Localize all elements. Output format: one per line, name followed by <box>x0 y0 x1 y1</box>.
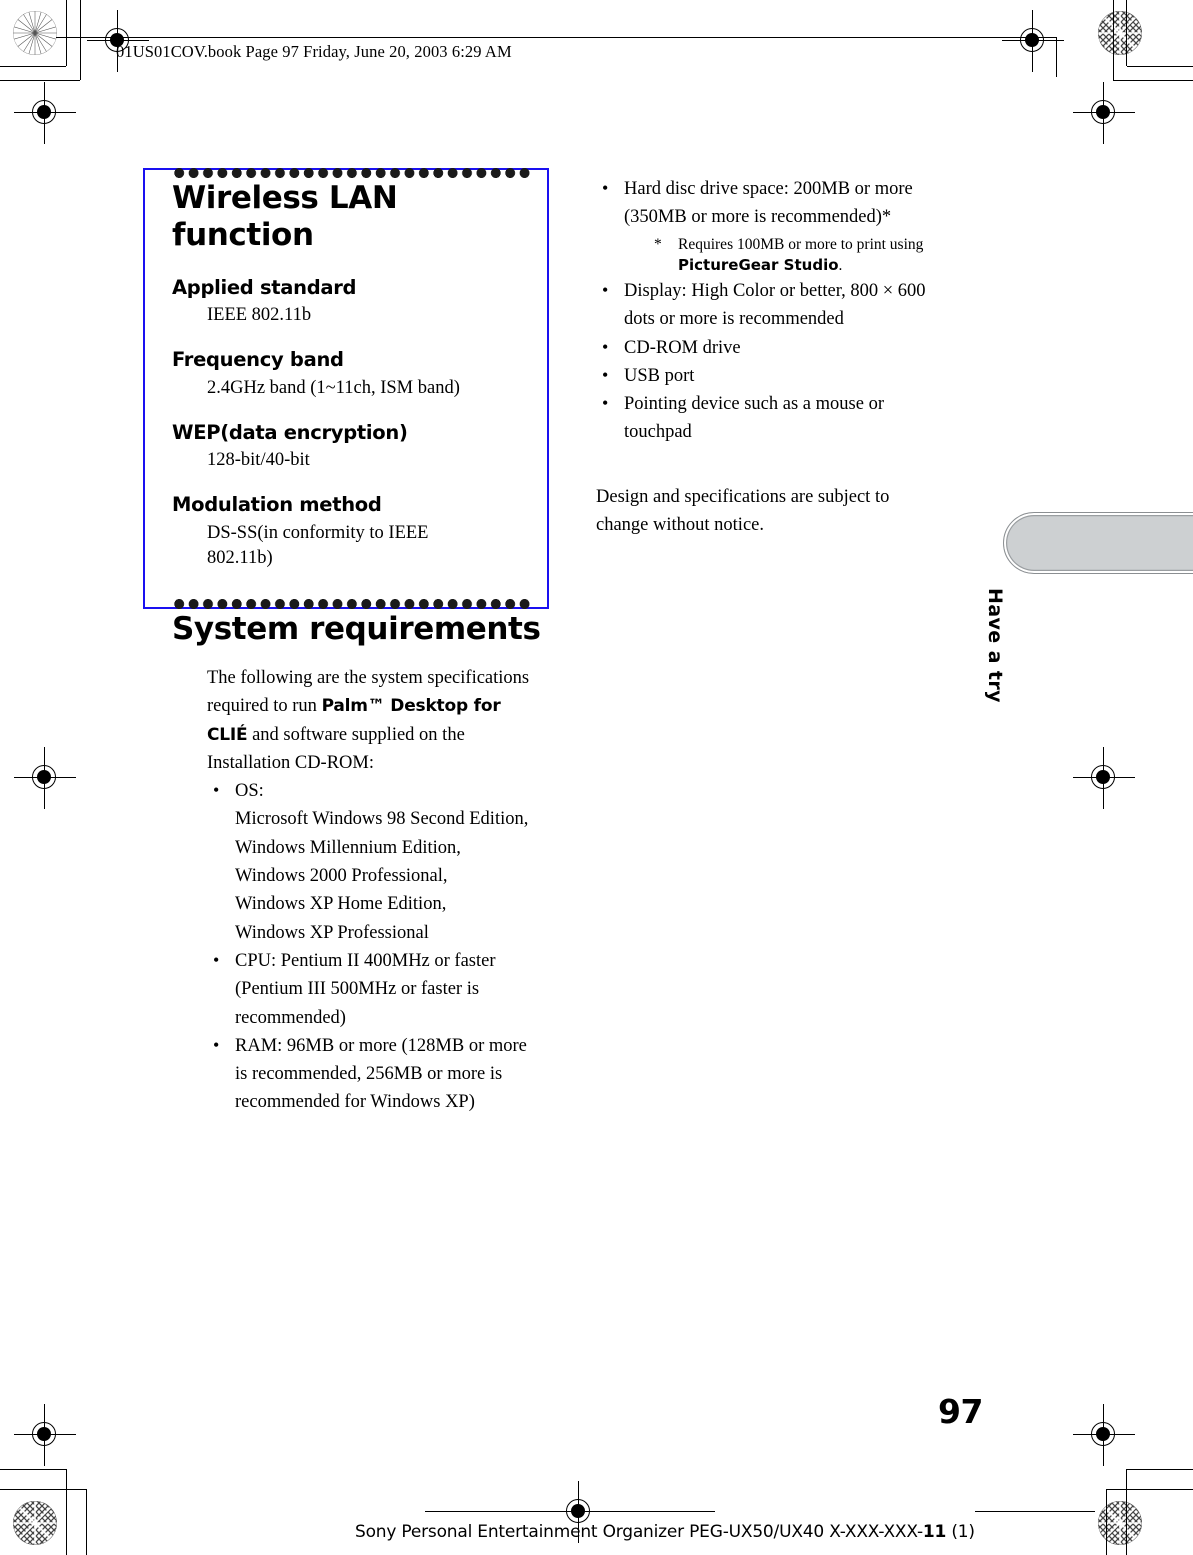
document-page: 01US01COV.book Page 97 Friday, June 20, … <box>0 0 1193 1555</box>
page-number: 97 <box>938 1392 983 1431</box>
system-requirements-intro: The following are the system specificati… <box>207 664 532 777</box>
spec-label-frequency-band: Frequency band <box>172 348 344 372</box>
registration-burst-bottom-right <box>1097 1500 1143 1546</box>
closing-notice: Design and specifications are subject to… <box>596 486 890 536</box>
bullet-cpu: CPU: Pentium II 400MHz or faster (Pentiu… <box>235 950 496 1028</box>
crop-rule <box>66 1469 68 1555</box>
list-item: USB port <box>596 362 926 390</box>
list-item: Display: High Color or better, 800 × 600… <box>596 277 926 334</box>
system-requirements-list: OS: Microsoft Windows 98 Second Edition,… <box>207 777 532 1117</box>
footer-product-line: Sony Personal Entertainment Organizer PE… <box>355 1522 975 1542</box>
crop-rule <box>86 1489 88 1555</box>
registration-mark-mid-left <box>14 747 76 809</box>
crop-rule <box>1113 80 1193 82</box>
crop-rule-bottom-center <box>425 1511 715 1513</box>
bullet-cdrom: CD-ROM drive <box>624 337 741 358</box>
crop-rule <box>1106 1489 1108 1555</box>
spec-label-applied-standard: Applied standard <box>172 275 357 299</box>
registration-mark-top-left-inner <box>14 82 76 144</box>
crop-rule <box>0 1469 66 1471</box>
list-item: CPU: Pentium II 400MHz or faster (Pentiu… <box>207 947 532 1032</box>
list-item: CD-ROM drive <box>596 334 926 362</box>
list-item: Pointing device such as a mouse or touch… <box>596 390 926 447</box>
crop-rule-bottom-right-edge <box>975 1511 1095 1513</box>
registration-mark-bottom-right-inner <box>1073 1404 1135 1466</box>
section-dot-rule <box>172 599 532 610</box>
crop-rule <box>0 66 66 68</box>
crop-rule <box>0 1489 86 1491</box>
footer-revision: 11 <box>922 1522 947 1542</box>
bullet-os: OS: Microsoft Windows 98 Second Edition,… <box>235 781 529 943</box>
crop-rule <box>1126 1469 1128 1555</box>
section-dot-rule <box>172 168 532 178</box>
spec-value-modulation-method: DS-SS(in conformity to IEEE 802.11b) <box>207 522 429 568</box>
crop-rule <box>1127 66 1193 68</box>
footnote-text-1: Requires 100MB or more to print using <box>678 235 924 253</box>
crop-rule <box>1107 1489 1193 1491</box>
crop-rule <box>0 80 80 82</box>
bullet-usb: USB port <box>624 365 695 386</box>
left-column: Wireless LAN function Applied standard I… <box>143 168 549 1117</box>
chapter-tab <box>1003 512 1193 574</box>
header-file-info: 01US01COV.book Page 97 Friday, June 20, … <box>116 42 512 61</box>
chapter-tab-label: Have a try <box>984 588 1006 703</box>
crop-rule <box>66 0 68 66</box>
footer-text-1: Sony Personal Entertainment Organizer PE… <box>355 1522 923 1542</box>
registration-mark-top-right-inner <box>1073 82 1135 144</box>
spec-label-modulation-method: Modulation method <box>172 493 382 517</box>
crop-rule <box>1127 1469 1193 1471</box>
crop-rule <box>1126 0 1128 66</box>
system-requirements-list-continued: Hard disc drive space: 200MB or more (35… <box>596 175 926 447</box>
registration-mark-bottom-left-inner <box>14 1404 76 1466</box>
footer-text-2: (1) <box>946 1522 975 1542</box>
crop-rule <box>1113 0 1115 80</box>
header-rule <box>56 37 1056 39</box>
bullet-display: Display: High Color or better, 800 × 600… <box>624 280 926 330</box>
list-item: RAM: 96MB or more (128MB or more is reco… <box>207 1032 532 1117</box>
footnote-hard-disc: * Requires 100MB or more to print using P… <box>624 234 926 277</box>
header-rule-vertical <box>1056 37 1057 77</box>
section-title-wireless-lan: Wireless LAN function <box>172 180 398 253</box>
spec-value-frequency-band: 2.4GHz band (1~11ch, ISM band) <box>207 377 460 398</box>
list-item: OS: Microsoft Windows 98 Second Edition,… <box>207 777 532 947</box>
crop-rule <box>80 0 82 80</box>
registration-burst-top-left <box>12 10 58 56</box>
right-column: Hard disc drive space: 200MB or more (35… <box>596 175 926 539</box>
section-title-system-requirements: System requirements <box>172 611 541 648</box>
footnote-marker: * <box>654 235 662 253</box>
registration-burst-bottom-left <box>12 1500 58 1546</box>
registration-burst-top-right <box>1097 10 1143 56</box>
bullet-pointing-device: Pointing device such as a mouse or touch… <box>624 394 884 443</box>
footnote-product-name: PictureGear Studio <box>678 256 839 275</box>
spec-label-wep: WEP(data encryption) <box>172 420 408 444</box>
footnote-text-2: . <box>838 257 843 275</box>
registration-mark-mid-right <box>1073 747 1135 809</box>
list-item: Hard disc drive space: 200MB or more (35… <box>596 175 926 277</box>
spec-value-applied-standard: IEEE 802.11b <box>207 305 312 326</box>
registration-mark-top-right-outer <box>1002 10 1064 72</box>
bullet-hard-disc: Hard disc drive space: 200MB or more (35… <box>624 179 913 228</box>
spec-value-wep: 128-bit/40-bit <box>207 450 310 471</box>
bullet-ram: RAM: 96MB or more (128MB or more is reco… <box>235 1035 527 1113</box>
